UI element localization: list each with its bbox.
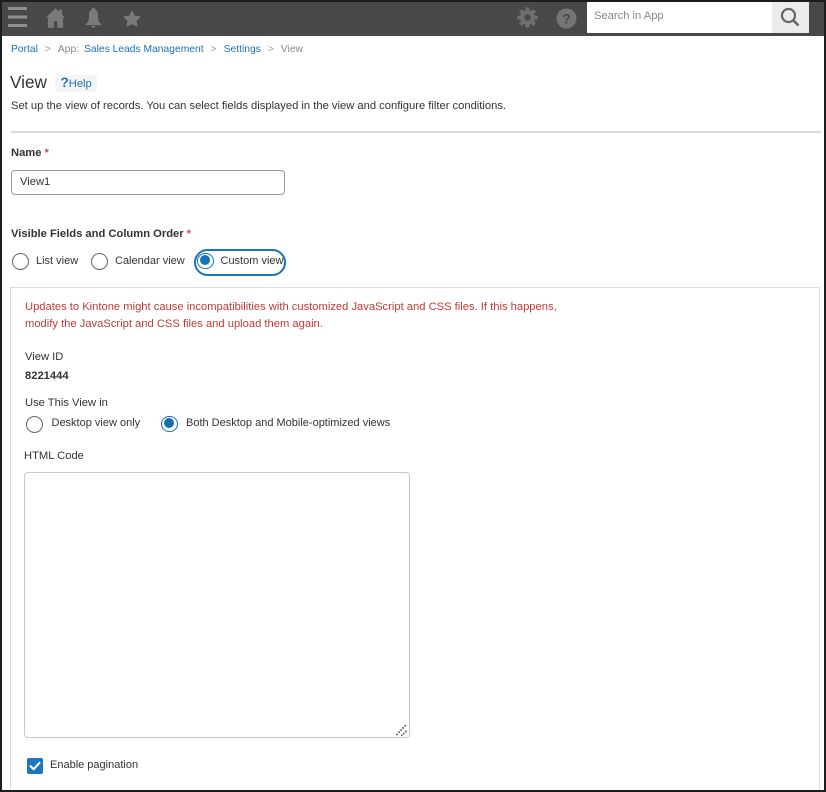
svg-text:?: ?	[562, 11, 571, 27]
